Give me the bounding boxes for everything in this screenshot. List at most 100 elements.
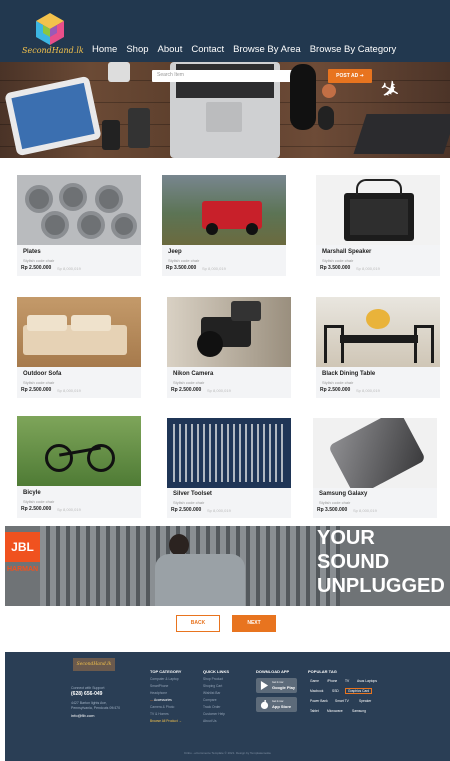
product-card[interactable]: Marshall Speaker Stylish code chair Rp 3… <box>316 175 440 276</box>
product-card[interactable]: Black Dining Table Stylish code chair Rp… <box>316 297 440 398</box>
footer-logo[interactable]: SecondHand.lk <box>73 658 115 671</box>
download-app-heading: DOWNLOAD APP <box>256 669 290 674</box>
product-card[interactable]: Jeep Stylish code chair Rp 3.500.000 Sp … <box>162 175 286 276</box>
product-card[interactable]: Silver Toolset Stylish code chair Rp 2.5… <box>167 418 291 518</box>
banner-line-2: UNPLUGGED <box>317 575 445 597</box>
footer-link[interactable]: Track Order <box>203 705 220 709</box>
product-title[interactable]: Plates <box>23 249 41 255</box>
product-date: Sp 8,000,019 <box>207 508 231 513</box>
tag[interactable]: Asus Laptops <box>357 679 377 683</box>
product-subtitle: Stylish code chair <box>23 499 55 504</box>
phone-image <box>102 120 120 150</box>
top-navbar: SecondHand.lk Home Shop About Contact Br… <box>0 0 450 62</box>
product-card[interactable]: Plates Stylish code chair Rp 2.500.000 S… <box>17 175 141 276</box>
product-image-samsung-galaxy[interactable] <box>313 418 437 488</box>
keyboard-image <box>353 114 450 154</box>
apple-icon <box>260 700 269 709</box>
product-image-black-dining-table[interactable] <box>316 297 440 367</box>
footer-link[interactable]: Camera & Photo <box>150 705 174 709</box>
footer-link[interactable]: TV & Homes <box>150 712 169 716</box>
nav-shop[interactable]: Shop <box>126 44 148 55</box>
footer-email[interactable]: info@fib.com <box>71 713 94 718</box>
product-image-bicyle[interactable] <box>17 416 141 486</box>
post-ad-button[interactable]: POST AD ➔ <box>328 69 372 83</box>
product-card[interactable]: Nikon Camera Stylish code chair Rp 2.500… <box>167 297 291 398</box>
product-title[interactable]: Bicyle <box>23 490 41 496</box>
tag-active[interactable]: Graphics Card <box>345 688 373 694</box>
footer-link-active[interactable]: — Accessories <box>150 698 172 702</box>
product-date: Sp 8,000,019 <box>356 388 380 393</box>
product-title[interactable]: Black Dining Table <box>322 371 375 377</box>
product-subtitle: Stylish code chair <box>319 500 351 505</box>
search-input[interactable]: Search Item <box>157 72 184 78</box>
brand-logo-text[interactable]: SecondHand.lk <box>22 46 84 55</box>
tag[interactable]: Speaker <box>359 699 371 703</box>
product-image-plates[interactable] <box>17 175 141 245</box>
google-play-button[interactable]: Get it now Google Play <box>256 678 297 693</box>
footer-link[interactable]: Computer & Laptop <box>150 677 179 681</box>
nav-home[interactable]: Home <box>92 44 117 55</box>
footer-link[interactable]: About Us <box>203 719 217 723</box>
footer-address-line2: Pennsylvania, Pendcuts 09/470 <box>71 706 121 710</box>
product-image-marshall-speaker[interactable] <box>316 175 440 245</box>
hero-image: Search Item POST AD ➔ ✈ <box>0 62 450 158</box>
product-title[interactable]: Marshall Speaker <box>322 249 371 255</box>
tag[interactable]: Macbook <box>310 689 323 693</box>
search-box[interactable]: Search Item <box>152 70 312 82</box>
tag[interactable]: Tablet <box>310 709 319 713</box>
jbl-ad-banner[interactable]: JBL HARMAN YOUR SOUND UNPLUGGED <box>5 526 450 606</box>
product-card[interactable]: Samsung Galaxy Stylish code chair Rp 3.5… <box>313 418 437 518</box>
product-card[interactable]: Bicyle Stylish code chair Rp 2.500.000 S… <box>17 416 141 518</box>
footer-phone[interactable]: (628) 656-049 <box>71 691 102 697</box>
tag[interactable]: SSD <box>332 689 339 693</box>
product-image-jeep[interactable] <box>162 175 286 245</box>
footer-link[interactable]: Customer Help <box>203 712 225 716</box>
product-title[interactable]: Nikon Camera <box>173 371 213 377</box>
footer-link[interactable]: SmartPhone <box>150 684 168 688</box>
back-button[interactable]: BACK <box>176 615 220 632</box>
nav-contact[interactable]: Contact <box>191 44 224 55</box>
banner-person <box>155 534 245 606</box>
google-play-icon <box>260 681 269 690</box>
product-date: Sp 8,000,019 <box>207 388 231 393</box>
footer-link[interactable]: Shoping Cart <box>203 684 222 688</box>
product-subtitle: Stylish code chair <box>173 380 205 385</box>
tag[interactable]: Game <box>310 679 319 683</box>
browse-all-link[interactable]: Browse All Product → <box>150 719 182 723</box>
product-title[interactable]: Jeep <box>168 249 182 255</box>
banner-headline: YOUR SOUND UNPLUGGED <box>317 526 450 598</box>
logo-cube-icon[interactable] <box>33 12 67 46</box>
product-image-nikon-camera[interactable] <box>167 297 291 367</box>
site-header: SecondHand.lk Home Shop About Contact Br… <box>0 0 450 158</box>
product-date: Sp 8,000,019 <box>202 266 226 271</box>
tag[interactable]: Samsung <box>352 709 366 713</box>
nav-browse-by-area[interactable]: Browse By Area <box>233 44 301 55</box>
product-subtitle: Stylish code chair <box>173 500 205 505</box>
nav-browse-by-category[interactable]: Browse By Category <box>310 44 397 55</box>
product-image-silver-toolset[interactable] <box>167 418 291 488</box>
footer-link[interactable]: Shop Product <box>203 677 223 681</box>
product-image-outdoor-sofa[interactable] <box>17 297 141 367</box>
copyright-text: Kinbo - eCommerce Template © 2021. Desig… <box>184 751 271 755</box>
product-title[interactable]: Outdoor Sofa <box>23 371 61 377</box>
product-title[interactable]: Samsung Galaxy <box>319 491 367 497</box>
app-store-button[interactable]: Get it now App Store <box>256 697 297 712</box>
tag[interactable]: Power Bank <box>310 699 328 703</box>
tag[interactable]: TV <box>345 679 349 683</box>
tablet-image <box>4 75 102 157</box>
tag[interactable]: Smart TV <box>335 699 349 703</box>
product-date: Sp 8,000,019 <box>353 508 377 513</box>
product-date: Sp 8,000,019 <box>57 266 81 271</box>
tag[interactable]: Microwave <box>327 709 343 713</box>
tag[interactable]: iPhone <box>327 679 337 683</box>
mouse-image <box>318 106 334 130</box>
product-card[interactable]: Outdoor Sofa Stylish code chair Rp 2.500… <box>17 297 141 398</box>
footer-link[interactable]: Headphone <box>150 691 167 695</box>
product-title[interactable]: Silver Toolset <box>173 491 212 497</box>
next-button[interactable]: NEXT <box>232 615 276 632</box>
product-price: Rp 2.500.000 <box>320 387 351 393</box>
footer-link[interactable]: Compare <box>203 698 217 702</box>
footer-link[interactable]: Wishlist Bar <box>203 691 220 695</box>
nav-about[interactable]: About <box>158 44 183 55</box>
airplane-image: ✈ <box>374 73 406 108</box>
